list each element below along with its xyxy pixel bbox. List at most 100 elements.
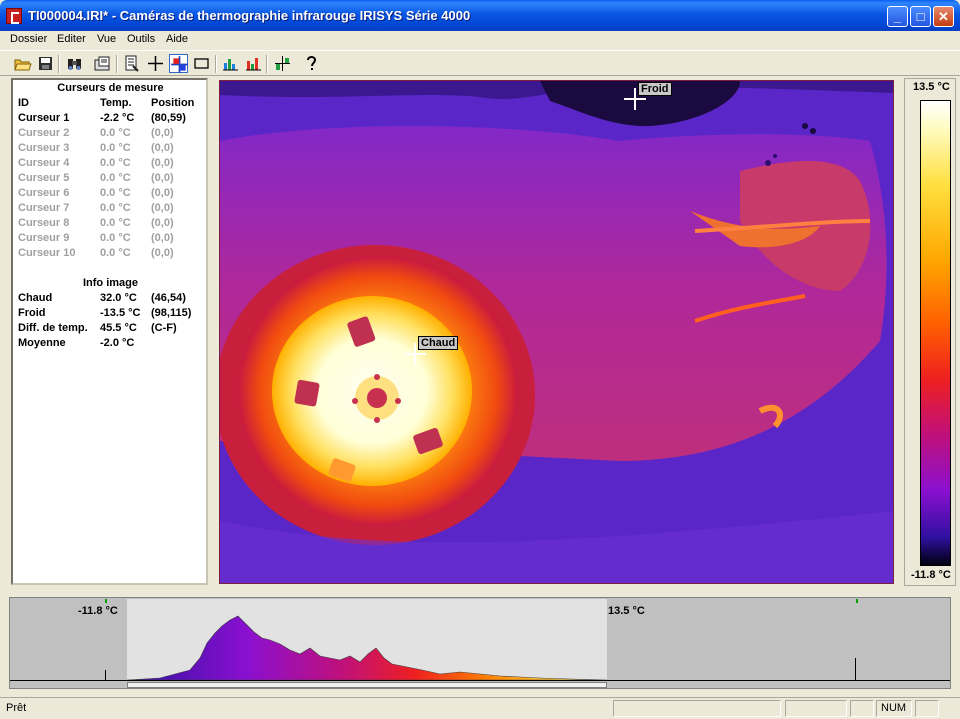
cursor-position: (0,0) xyxy=(151,187,174,199)
info-row: Chaud 32.0 °C (46,54) xyxy=(17,292,207,307)
info-row: Moyenne -2.0 °C xyxy=(17,337,207,352)
maximize-button[interactable]: □ xyxy=(910,6,931,27)
menu-bar: Dossier Editer Vue Outils Aide xyxy=(0,31,960,49)
cursor-row[interactable]: Curseur 5 0.0 °C (0,0) xyxy=(17,172,207,187)
cursor-row[interactable]: Curseur 1 -2.2 °C (80,59) xyxy=(17,112,207,127)
cursor-id: Curseur 8 xyxy=(18,217,70,229)
info-row: Froid -13.5 °C (98,115) xyxy=(17,307,207,322)
menu-dossier[interactable]: Dossier xyxy=(10,33,47,45)
cursor-position: (0,0) xyxy=(151,127,174,139)
toolbar xyxy=(0,50,960,76)
cursor-temp: 0.0 °C xyxy=(100,217,131,229)
cursor-temp: 0.0 °C xyxy=(100,202,131,214)
cursor-id: Curseur 10 xyxy=(18,247,76,259)
cursor-temp: 0.0 °C xyxy=(100,142,131,154)
info-extra: (C-F) xyxy=(151,322,177,334)
window-title: TI000004.IRI* - Caméras de thermographie… xyxy=(28,8,471,23)
open-folder-icon[interactable] xyxy=(13,54,32,73)
color-scale: 13.5 °C -11.8 °C xyxy=(904,78,956,586)
histogram-baseline xyxy=(10,680,950,681)
cursor-id: Curseur 6 xyxy=(18,187,70,199)
cursors-panel-title: Curseurs de mesure xyxy=(57,82,164,94)
cursor-temp: -2.2 °C xyxy=(100,112,135,124)
cursor-position: (0,0) xyxy=(151,202,174,214)
cursor-id: Curseur 2 xyxy=(18,127,70,139)
cursor-temp: 0.0 °C xyxy=(100,157,131,169)
histogram-min-label: -11.8 °C xyxy=(78,605,118,617)
info-value: -2.0 °C xyxy=(100,337,135,349)
toolbar-separator xyxy=(266,55,268,73)
save-disk-icon[interactable] xyxy=(36,54,55,73)
toolbar-separator xyxy=(116,55,118,73)
menu-vue[interactable]: Vue xyxy=(97,33,116,45)
cursor-row[interactable]: Curseur 8 0.0 °C (0,0) xyxy=(17,217,207,232)
menu-editer[interactable]: Editer xyxy=(57,33,86,45)
status-cell xyxy=(850,700,874,717)
cursor-row[interactable]: Curseur 4 0.0 °C (0,0) xyxy=(17,157,207,172)
toolbar-separator xyxy=(215,55,217,73)
cursor-id: Curseur 4 xyxy=(18,157,70,169)
color-scale-bar[interactable] xyxy=(920,100,951,566)
scale-min-label: -11.8 °C xyxy=(911,569,951,581)
camera-settings-icon[interactable] xyxy=(93,54,112,73)
info-extra: (46,54) xyxy=(151,292,186,304)
cursor-position: (80,59) xyxy=(151,112,186,124)
histogram-range-scrollbar[interactable] xyxy=(127,682,607,688)
cursor-row[interactable]: Curseur 7 0.0 °C (0,0) xyxy=(17,202,207,217)
cursor-row[interactable]: Curseur 2 0.0 °C (0,0) xyxy=(17,127,207,142)
menu-outils[interactable]: Outils xyxy=(127,33,155,45)
binoculars-icon[interactable] xyxy=(65,54,84,73)
report-icon[interactable] xyxy=(122,54,141,73)
info-value: -13.5 °C xyxy=(100,307,141,319)
info-value: 45.5 °C xyxy=(100,322,137,334)
hot-cursor-label: Chaud xyxy=(418,336,459,350)
crosshair-icon[interactable] xyxy=(146,54,165,73)
cursor-id: Curseur 5 xyxy=(18,172,70,184)
cursor-temp: 0.0 °C xyxy=(100,247,131,259)
cursor-row[interactable]: Curseur 10 0.0 °C (0,0) xyxy=(17,247,207,262)
histogram-max-label: 13.5 °C xyxy=(608,605,645,617)
title-bar[interactable]: TI000004.IRI* - Caméras de thermographie… xyxy=(0,0,960,31)
hot-cold-cursor-icon[interactable] xyxy=(169,54,188,73)
info-row: Diff. de temp. 45.5 °C (C-F) xyxy=(17,322,207,337)
thermal-image-graphic xyxy=(220,81,893,583)
cursor-table-header: ID Temp. Position xyxy=(17,97,207,112)
info-label: Chaud xyxy=(18,292,53,304)
cursor-id: Curseur 7 xyxy=(18,202,70,214)
histogram[interactable]: -11.8 °C 13.5 °C xyxy=(9,597,951,689)
measurement-panel: Curseurs de mesure ID Temp. Position Cur… xyxy=(11,78,208,585)
cursor-row[interactable]: Curseur 6 0.0 °C (0,0) xyxy=(17,187,207,202)
info-image-title: Info image xyxy=(82,277,138,289)
minimize-button[interactable]: _ xyxy=(887,6,908,27)
cursor-temp: 0.0 °C xyxy=(100,187,131,199)
cursor-position: (0,0) xyxy=(151,217,174,229)
status-bar: Prêt NUM xyxy=(0,697,960,719)
histogram-icon[interactable] xyxy=(244,54,263,73)
thermal-image[interactable]: Froid Chaud xyxy=(219,80,894,584)
menu-aide[interactable]: Aide xyxy=(166,33,188,45)
rectangle-icon[interactable] xyxy=(192,54,211,73)
histogram-bars xyxy=(105,599,858,681)
header-id: ID xyxy=(18,97,29,109)
app-icon[interactable] xyxy=(6,8,22,24)
close-button[interactable]: ✕ xyxy=(933,6,954,27)
help-icon[interactable] xyxy=(302,54,321,73)
header-temp: Temp. xyxy=(100,97,132,109)
status-text: Prêt xyxy=(6,702,27,714)
num-lock-indicator: NUM xyxy=(876,700,912,717)
cursor-row[interactable]: Curseur 3 0.0 °C (0,0) xyxy=(17,142,207,157)
info-extra: (98,115) xyxy=(151,307,192,319)
cursor-position: (0,0) xyxy=(151,142,174,154)
status-cell xyxy=(785,700,847,717)
cursor-temp: 0.0 °C xyxy=(100,172,131,184)
header-position: Position xyxy=(151,97,195,109)
cursor-position: (0,0) xyxy=(151,247,174,259)
cursor-row[interactable]: Curseur 9 0.0 °C (0,0) xyxy=(17,232,207,247)
bar-chart-icon[interactable] xyxy=(221,54,240,73)
cursor-id: Curseur 9 xyxy=(18,232,70,244)
cursor-plus-icon[interactable] xyxy=(273,54,292,73)
info-label: Moyenne xyxy=(18,337,66,349)
info-value: 32.0 °C xyxy=(100,292,137,304)
status-cell xyxy=(613,700,781,717)
cursor-id: Curseur 1 xyxy=(18,112,70,124)
